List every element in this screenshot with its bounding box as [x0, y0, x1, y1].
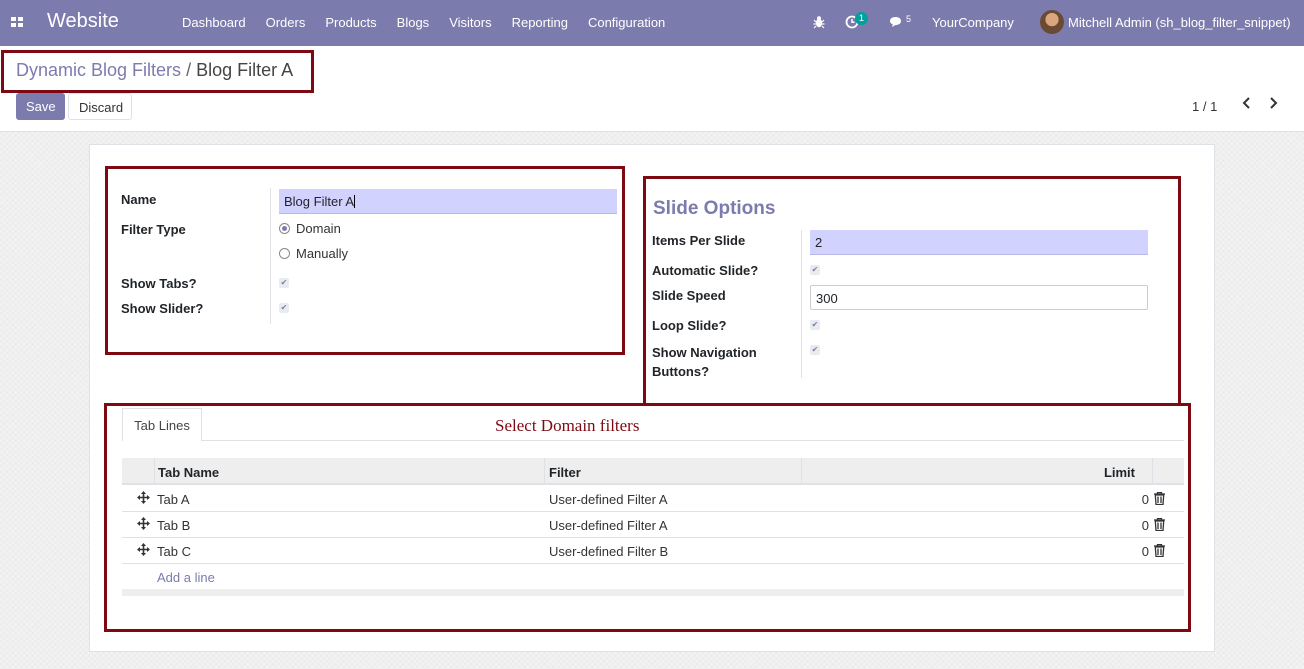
messages-count: 5 [906, 14, 912, 24]
drag-handle-icon[interactable] [137, 491, 150, 504]
pager-value[interactable]: 1 / 1 [1192, 99, 1217, 114]
menu-item-products[interactable]: Products [325, 15, 376, 30]
slide-speed-label: Slide Speed [652, 288, 726, 303]
items-per-slide-input[interactable]: 2 [810, 230, 1148, 255]
cell-tab-name: Tab A [157, 492, 190, 507]
menu-item-reporting[interactable]: Reporting [512, 15, 568, 30]
add-line-row [122, 564, 1184, 590]
column-header-filter[interactable]: Filter [549, 465, 581, 480]
table-row[interactable]: Tab C User-defined Filter B 0 [122, 538, 1184, 564]
table-footer [122, 589, 1184, 596]
filter-type-label: Filter Type [121, 222, 186, 237]
apps-icon[interactable] [11, 17, 23, 27]
name-input[interactable]: Blog Filter A [279, 189, 617, 214]
cell-limit: 0 [1141, 544, 1149, 559]
name-label: Name [121, 192, 157, 207]
pager-previous-icon[interactable] [1241, 96, 1253, 110]
chat-icon[interactable] [889, 16, 904, 29]
user-menu[interactable]: Mitchell Admin (sh_blog_filter_snippet) [1068, 15, 1291, 30]
loop-slide-label: Loop Slide? [652, 318, 727, 333]
table-row[interactable]: Tab B User-defined Filter A 0 [122, 512, 1184, 538]
show-navigation-checkbox[interactable]: ✔ [810, 345, 820, 355]
annotation-box-breadcrumb [1, 50, 314, 93]
pager-next-icon[interactable] [1267, 96, 1279, 110]
tab-underline [122, 440, 1184, 441]
cell-filter: User-defined Filter A [549, 492, 668, 507]
menu-item-visitors[interactable]: Visitors [449, 15, 491, 30]
filter-type-manually-radio[interactable] [279, 248, 290, 259]
label-divider [270, 188, 271, 324]
slide-label-divider [801, 230, 802, 378]
trash-icon[interactable] [1154, 544, 1165, 557]
items-per-slide-label: Items Per Slide [652, 233, 746, 248]
table-header: Tab Name Filter Limit [122, 458, 1184, 485]
trash-icon[interactable] [1154, 518, 1165, 531]
table-row[interactable]: Tab A User-defined Filter A 0 [122, 486, 1184, 512]
menu-item-orders[interactable]: Orders [266, 15, 306, 30]
drag-handle-icon[interactable] [137, 543, 150, 556]
avatar[interactable] [1040, 10, 1064, 34]
show-navigation-label-line1: Show Navigation [652, 345, 757, 360]
filter-type-domain-label[interactable]: Domain [296, 221, 341, 236]
show-navigation-buttons-label: Show Navigation Buttons? [652, 343, 757, 381]
show-navigation-label-line2: Buttons? [652, 364, 710, 379]
slide-speed-input[interactable]: 300 [810, 285, 1148, 310]
loop-slide-checkbox[interactable]: ✔ [810, 320, 820, 330]
name-input-value: Blog Filter A [284, 194, 355, 209]
column-header-limit[interactable]: Limit [1104, 465, 1135, 480]
cell-filter: User-defined Filter B [549, 544, 669, 559]
menu-item-blogs[interactable]: Blogs [397, 15, 430, 30]
app-name[interactable]: Website [47, 10, 119, 33]
cell-filter: User-defined Filter A [549, 518, 668, 533]
show-slider-checkbox[interactable]: ✔ [279, 303, 289, 313]
show-slider-label: Show Slider? [121, 301, 204, 316]
slide-options-title: Slide Options [653, 198, 776, 219]
cell-limit: 0 [1141, 518, 1149, 533]
save-button[interactable]: Save [16, 93, 65, 120]
activity-count-badge: 1 [855, 12, 868, 25]
cell-tab-name: Tab C [157, 544, 191, 559]
annotation-text: Select Domain filters [495, 416, 640, 435]
bug-icon[interactable] [813, 15, 825, 29]
cell-tab-name: Tab B [157, 518, 191, 533]
filter-type-domain-radio[interactable] [279, 223, 290, 234]
drag-handle-icon[interactable] [137, 517, 150, 530]
top-navbar: Website Dashboard Orders Products Blogs … [0, 0, 1304, 46]
show-tabs-checkbox[interactable]: ✔ [279, 278, 289, 288]
menu-item-dashboard[interactable]: Dashboard [182, 15, 246, 30]
tab-tab-lines[interactable]: Tab Lines [122, 408, 202, 441]
automatic-slide-label: Automatic Slide? [652, 263, 759, 278]
main-menu: Dashboard Orders Products Blogs Visitors… [182, 15, 685, 30]
menu-item-configuration[interactable]: Configuration [588, 15, 665, 30]
automatic-slide-checkbox[interactable]: ✔ [810, 265, 820, 275]
column-header-tab-name[interactable]: Tab Name [158, 465, 219, 480]
filter-type-manually-label[interactable]: Manually [296, 246, 348, 261]
add-a-line-link[interactable]: Add a line [157, 570, 215, 585]
cell-limit: 0 [1141, 492, 1149, 507]
trash-icon[interactable] [1154, 492, 1165, 505]
show-tabs-label: Show Tabs? [121, 276, 197, 291]
company-switcher[interactable]: YourCompany [932, 15, 1014, 30]
discard-button[interactable]: Discard [68, 93, 132, 120]
